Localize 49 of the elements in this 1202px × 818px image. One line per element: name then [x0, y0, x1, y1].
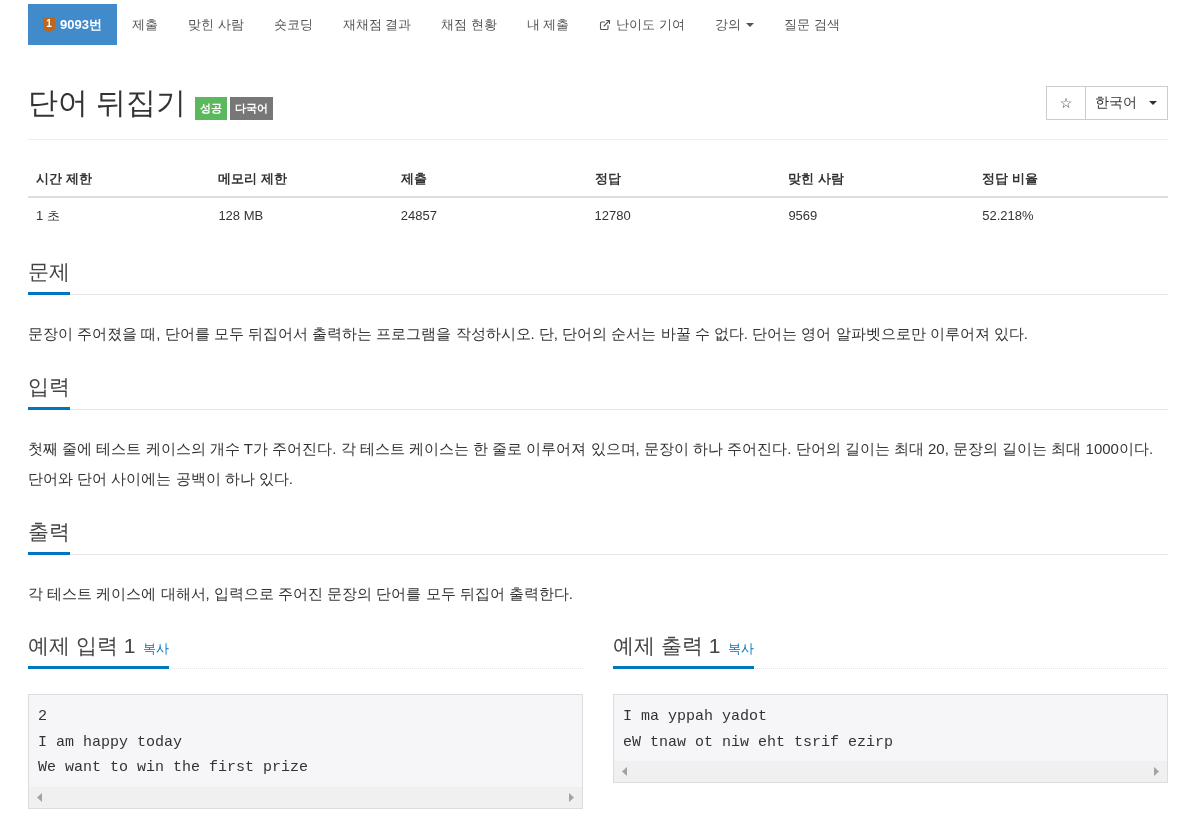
section-heading: 문제: [28, 259, 70, 285]
problem-label: 성공: [195, 96, 228, 120]
column-header: 제출: [392, 162, 587, 197]
section-text: 문장이 주어졌을 때, 단어를 모두 뒤집어서 출력하는 프로그램을 작성하시오. 단, 단어의 순서는 바꿀 수 없다. 단어는 영어 알파벳으로만 이루어져 있다.: [28, 324, 1030, 344]
nav-tab[interactable]: 질문 검색: [769, 4, 855, 45]
sample-heading: 예제 출력 1: [613, 633, 721, 659]
horizontal-scrollbar[interactable]: [614, 761, 1167, 782]
table-cell: 1 초: [28, 197, 211, 234]
column-header: 메모리 제한: [210, 162, 393, 197]
star-button[interactable]: ☆: [1046, 86, 1086, 120]
column-header: 정답 비율: [974, 162, 1168, 197]
nav-tab[interactable]: 난이도 기여: [584, 4, 701, 45]
problem-title: 단어 뒤집기: [28, 86, 187, 120]
column-header: 정답: [586, 162, 781, 197]
nav-tab[interactable]: 1 9093번: [28, 4, 117, 45]
section-text: 각 테스트 케이스에 대해서, 입력으로 주어진 문장의 단어를 모두 뒤집어 출력한다.: [28, 584, 574, 604]
column-header: 시간 제한: [28, 162, 211, 197]
language-select[interactable]: 한국어: [1086, 86, 1168, 120]
sample-code: I ma yppah yadot eW tnaw ot niw eht tsrif ezirp: [622, 707, 895, 753]
tier-badge: 1: [43, 16, 55, 33]
right-arrow-icon[interactable]: [569, 792, 574, 802]
table-cell: 12780: [586, 197, 781, 234]
nav-tab[interactable]: 제출: [116, 4, 173, 45]
table-cell: 9569: [780, 197, 975, 234]
caret-icon: [746, 22, 755, 27]
nav-tab[interactable]: 강의: [700, 4, 770, 45]
section-heading: 출력: [28, 519, 70, 545]
nav-tab[interactable]: 채점 현황: [426, 4, 512, 45]
left-arrow-icon[interactable]: [37, 792, 42, 802]
table-cell: 24857: [392, 197, 587, 234]
copy-link[interactable]: 복사: [143, 640, 170, 658]
sample-code: 2 I am happy today We want to win the first prize: [37, 707, 310, 778]
nav-tab[interactable]: 재채점 결과: [327, 4, 427, 45]
table-cell: 128 MB: [210, 197, 393, 234]
column-header: 맞힌 사람: [780, 162, 975, 197]
table-cell: 52.218%: [974, 197, 1168, 234]
horizontal-scrollbar[interactable]: [29, 786, 582, 808]
copy-link[interactable]: 복사: [728, 640, 755, 658]
problem-label: 다국어: [230, 96, 274, 120]
nav-tab[interactable]: 내 제출: [511, 4, 585, 45]
right-arrow-icon[interactable]: [1154, 767, 1159, 776]
external-link-icon: [599, 18, 612, 31]
left-arrow-icon[interactable]: [622, 767, 627, 776]
nav-tab[interactable]: 숏코딩: [258, 4, 328, 45]
caret-icon: [1149, 101, 1157, 105]
section-heading: 입력: [28, 374, 70, 400]
sample-heading: 예제 입력 1: [28, 633, 136, 659]
section-text: 첫째 줄에 테스트 케이스의 개수 T가 주어진다. 각 테스트 케이스는 한 줄로 이루어져 있으며, 문장이 하나 주어진다. 단어의 길이는 최대 20, 문장의 길이는 최대 1000이다. 단어와 단어 사이에는 공백이 하나 있다.: [28, 439, 1155, 489]
nav-tab[interactable]: 맞힌 사람: [172, 4, 259, 45]
